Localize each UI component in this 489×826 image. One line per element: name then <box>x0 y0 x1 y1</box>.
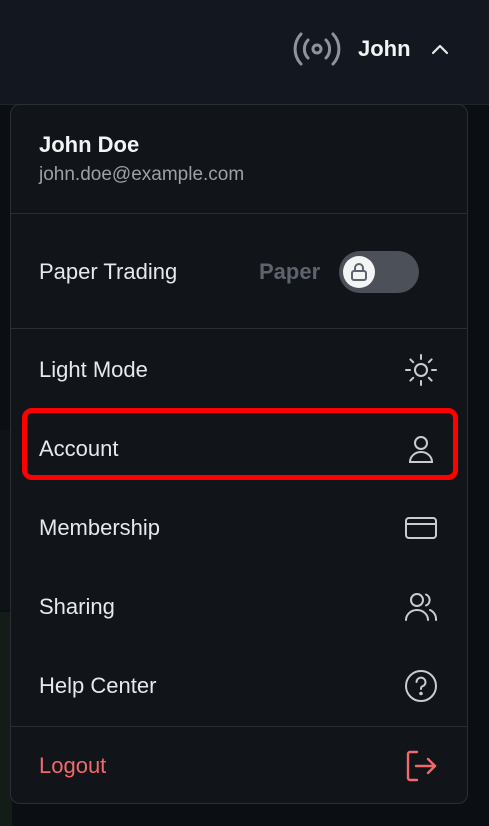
chevron-up-icon[interactable] <box>428 38 452 62</box>
paper-mode-text: Paper <box>259 259 321 284</box>
menu-item-help-center[interactable]: Help Center <box>11 656 467 716</box>
divider <box>11 328 467 329</box>
broadcast-icon[interactable] <box>292 30 342 68</box>
profile-section: John Doe john.doe@example.com <box>39 131 244 187</box>
lock-icon <box>351 263 367 281</box>
top-bar: John <box>0 0 489 105</box>
users-icon <box>403 589 439 625</box>
highlight-box <box>22 408 458 480</box>
paper-trading-toggle[interactable] <box>339 251 419 293</box>
menu-item-label: Sharing <box>39 594 115 619</box>
credit-card-icon <box>403 510 439 546</box>
paper-trading-row: Paper Trading Paper <box>11 242 467 302</box>
menu-item-label: Membership <box>39 515 161 540</box>
profile-name: John Doe <box>39 132 140 157</box>
divider <box>11 726 467 727</box>
paper-trading-label: Paper Trading <box>39 259 178 284</box>
divider <box>11 213 467 214</box>
help-circle-icon <box>403 668 439 704</box>
menu-item-label: Light Mode <box>39 357 148 382</box>
sun-icon <box>403 352 439 388</box>
toggle-knob <box>343 256 375 288</box>
user-menu-name[interactable]: John <box>358 36 411 62</box>
menu-item-label: Help Center <box>39 673 157 698</box>
logout-icon <box>403 748 439 784</box>
menu-item-sharing[interactable]: Sharing <box>11 577 467 637</box>
profile-email: john.doe@example.com <box>39 164 245 185</box>
menu-item-logout[interactable]: Logout <box>11 736 467 796</box>
logout-label: Logout <box>39 753 107 778</box>
menu-item-light-mode[interactable]: Light Mode <box>11 340 467 400</box>
user-dropdown-menu: John Doe john.doe@example.com Paper Trad… <box>10 104 468 804</box>
menu-item-membership[interactable]: Membership <box>11 498 467 558</box>
